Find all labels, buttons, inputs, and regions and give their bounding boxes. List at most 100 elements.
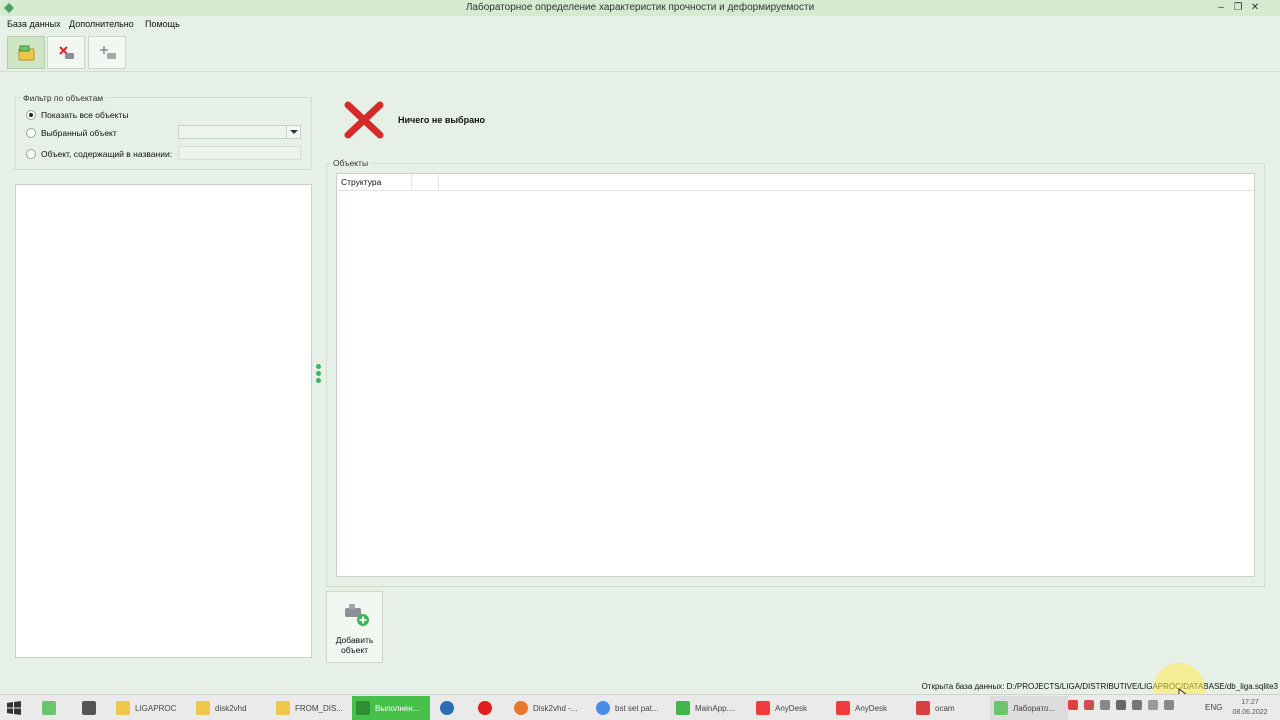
opera-icon bbox=[478, 701, 492, 715]
taskbar-item-label: MainApp.... bbox=[695, 703, 736, 713]
taskbar-item-mainapp[interactable]: MainApp.... bbox=[672, 696, 750, 720]
tray-network-icon[interactable] bbox=[1100, 700, 1110, 710]
taskbar-item-lab-app[interactable]: Лаборато... bbox=[990, 696, 1068, 720]
app-icon bbox=[356, 701, 370, 715]
app-icon bbox=[994, 701, 1008, 715]
taskbar-item-label: Лаборато... bbox=[1013, 703, 1056, 713]
object-tree-panel[interactable] bbox=[15, 184, 312, 658]
taskbar-item-label: AnyDesk bbox=[775, 703, 808, 713]
tray-record-icon[interactable] bbox=[1068, 700, 1078, 710]
taskbar-item-opera[interactable] bbox=[474, 696, 502, 720]
radio-selected-object-dot[interactable] bbox=[26, 128, 36, 138]
clock-time: 17:27 bbox=[1241, 699, 1259, 706]
objects-table[interactable]: Структура bbox=[336, 173, 1255, 577]
taskbar-item-chrome[interactable]: bst set pat... bbox=[592, 696, 670, 720]
taskbar-item-label: Выполнен... bbox=[375, 703, 420, 713]
taskbar-item-browser[interactable] bbox=[436, 696, 464, 720]
app-icon bbox=[42, 701, 56, 715]
tray-anydesk-icon[interactable] bbox=[1084, 700, 1094, 710]
folder-icon bbox=[116, 701, 130, 715]
taskbar-item-anydesk-2[interactable]: AnyDesk bbox=[832, 696, 910, 720]
splitter-handle[interactable] bbox=[316, 364, 322, 386]
name-filter-input[interactable] bbox=[178, 146, 301, 160]
title-bar: Лабораторное определение характеристик п… bbox=[0, 0, 1280, 16]
add-object-icon bbox=[345, 604, 369, 626]
taskbar-item-label: LIGAPROC bbox=[135, 703, 177, 713]
radio-show-all-dot[interactable] bbox=[26, 110, 36, 120]
clock[interactable]: 17:27 08.06.2022 bbox=[1230, 698, 1270, 718]
menu-database[interactable]: База данных bbox=[7, 19, 61, 29]
filter-group: Фильтр по объектам Показать все объекты … bbox=[15, 93, 312, 170]
language-indicator[interactable]: ENG bbox=[1205, 703, 1222, 712]
chevron-down-icon[interactable] bbox=[286, 126, 300, 138]
taskbar-item-label: AnyDesk bbox=[855, 703, 888, 713]
add-db-icon bbox=[100, 46, 116, 59]
objects-legend: Объекты bbox=[331, 158, 371, 168]
delete-object-button[interactable] bbox=[47, 36, 85, 69]
nothing-selected-icon bbox=[344, 101, 384, 139]
taskbar-item-from-dis[interactable]: FROM_DIS... bbox=[272, 696, 350, 720]
radio-name-contains-label: Объект, содержащий в названии: bbox=[41, 149, 173, 159]
volume-icon[interactable] bbox=[1132, 700, 1142, 710]
minimize-button[interactable]: – bbox=[1212, 0, 1230, 16]
add-object-label: Добавить объект bbox=[327, 635, 382, 655]
window-title: Лабораторное определение характеристик п… bbox=[465, 2, 815, 13]
terminal-icon bbox=[82, 701, 96, 715]
add-object-button[interactable]: Добавить объект bbox=[326, 591, 383, 663]
taskbar-item-disk2vhd[interactable]: disk2vhd bbox=[192, 696, 270, 720]
add-db-button[interactable] bbox=[88, 36, 126, 69]
taskbar-item-label: disk2vhd bbox=[215, 703, 247, 713]
taskbar-pinned-app-2[interactable] bbox=[78, 696, 108, 720]
close-button[interactable]: ✕ bbox=[1246, 0, 1264, 16]
splitter-dot bbox=[316, 378, 321, 383]
radio-show-all[interactable]: Показать все объекты bbox=[26, 109, 128, 121]
browser-icon bbox=[440, 701, 454, 715]
taskbar-pinned-app-1[interactable] bbox=[38, 696, 68, 720]
radio-name-contains[interactable]: Объект, содержащий в названии: bbox=[26, 148, 172, 160]
selected-object-combo[interactable] bbox=[178, 125, 301, 139]
qt-icon bbox=[676, 701, 690, 715]
toolbar bbox=[0, 32, 1280, 72]
taskbar-item-ligaproc[interactable]: LIGAPROC bbox=[112, 696, 190, 720]
open-database-button[interactable] bbox=[7, 36, 45, 69]
taskbar-item-ocam[interactable]: ocam bbox=[912, 696, 990, 720]
anydesk-icon bbox=[836, 701, 850, 715]
ocam-icon bbox=[916, 701, 930, 715]
flag-icon[interactable] bbox=[1148, 700, 1158, 710]
taskbar-item-label: FROM_DIS... bbox=[295, 703, 344, 713]
radio-name-contains-dot[interactable] bbox=[26, 149, 36, 159]
delete-db-icon bbox=[59, 46, 74, 59]
taskbar-item-label: Disk2vhd -... bbox=[533, 703, 578, 713]
taskbar: LIGAPROC disk2vhd FROM_DIS... Выполнен..… bbox=[0, 694, 1280, 720]
filter-legend: Фильтр по объектам bbox=[21, 93, 106, 103]
tray-device-icon[interactable] bbox=[1164, 700, 1174, 710]
folder-icon bbox=[276, 701, 290, 715]
menu-help[interactable]: Помощь bbox=[145, 19, 180, 29]
splitter-dot bbox=[316, 371, 321, 376]
column-structure[interactable]: Структура bbox=[337, 174, 412, 191]
splitter-dot bbox=[316, 364, 321, 369]
taskbar-item-running[interactable]: Выполнен... bbox=[352, 696, 430, 720]
menu-bar: База данных Дополнительно Помощь bbox=[0, 16, 1280, 32]
column-extra[interactable] bbox=[412, 174, 439, 191]
system-tray bbox=[1068, 700, 1180, 710]
open-database-icon bbox=[18, 45, 35, 61]
add-object-label-line1: Добавить bbox=[335, 635, 374, 645]
taskbar-item-disk2vhd-firefox[interactable]: Disk2vhd -... bbox=[510, 696, 588, 720]
radio-selected-object[interactable]: Выбранный объект bbox=[26, 127, 117, 139]
radio-selected-object-label: Выбранный объект bbox=[41, 128, 117, 138]
anydesk-icon bbox=[756, 701, 770, 715]
chrome-icon bbox=[596, 701, 610, 715]
maximize-button[interactable]: ❐ bbox=[1229, 0, 1247, 16]
start-button[interactable] bbox=[2, 696, 30, 720]
tray-app-icon[interactable] bbox=[1116, 700, 1126, 710]
taskbar-item-anydesk-1[interactable]: AnyDesk bbox=[752, 696, 830, 720]
status-bar-text: Открыта база данных: D:/PROJECTS/LIGA/DI… bbox=[921, 682, 1278, 691]
taskbar-item-label: bst set pat... bbox=[615, 703, 659, 713]
menu-extra[interactable]: Дополнительно bbox=[69, 19, 134, 29]
firefox-icon bbox=[514, 701, 528, 715]
clock-date: 08.06.2022 bbox=[1232, 709, 1268, 716]
taskbar-item-label: ocam bbox=[935, 703, 955, 713]
table-header: Структура bbox=[337, 174, 1254, 191]
selection-status: Ничего не выбрано bbox=[398, 115, 486, 125]
